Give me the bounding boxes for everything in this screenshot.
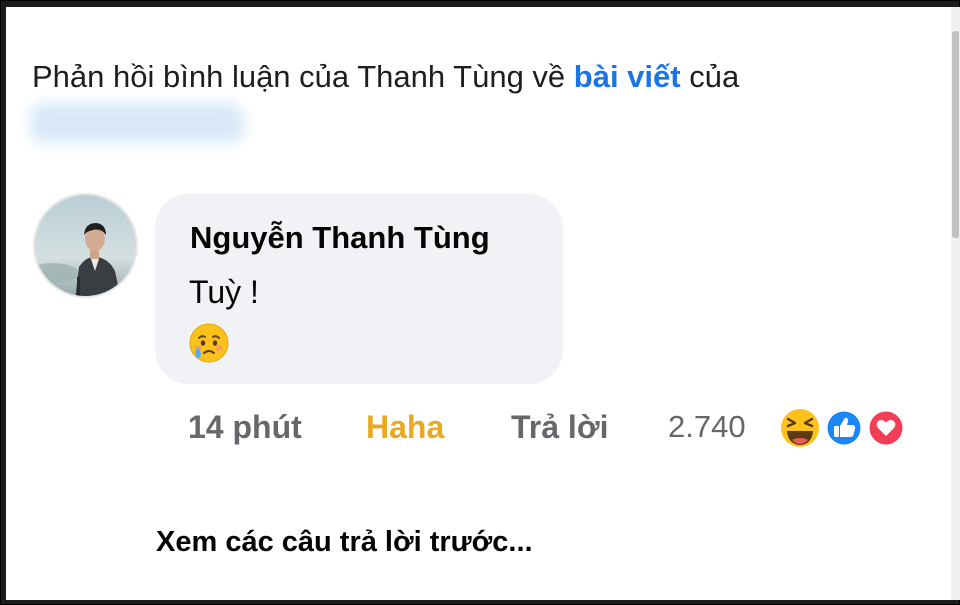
header-suffix: của [680,59,740,94]
avatar[interactable] [33,193,138,298]
reaction-icons[interactable] [776,405,908,451]
like-icon [825,409,863,447]
comment-bubble: Nguyễn Thanh Tùng Tuỳ ! [155,194,563,384]
avatar-image [35,195,136,296]
comment-text: Tuỳ ! [189,274,259,310]
blurred-post-owner-name [30,103,244,143]
scrollbar[interactable] [951,7,960,600]
comment-timestamp[interactable]: 14 phút [188,409,302,446]
reaction-count[interactable]: 2.740 [668,409,746,445]
reply-button[interactable]: Trả lời [511,409,608,446]
crying-face-icon [189,323,229,363]
view-previous-replies-link[interactable]: Xem các câu trả lời trước... [156,526,533,559]
love-icon [867,409,905,447]
comment-panel: Phản hồi bình luận của Thanh Tùng về bài… [6,7,951,600]
scrollbar-thumb[interactable] [952,31,959,238]
haha-icon [779,407,821,449]
header-prefix: Phản hồi bình luận của Thanh Tùng về [32,59,574,94]
post-link[interactable]: bài viết [574,59,681,94]
haha-reaction-button[interactable]: Haha [366,409,444,446]
comment-author[interactable]: Nguyễn Thanh Tùng [190,220,490,256]
reply-context-header: Phản hồi bình luận của Thanh Tùng về bài… [32,59,739,95]
